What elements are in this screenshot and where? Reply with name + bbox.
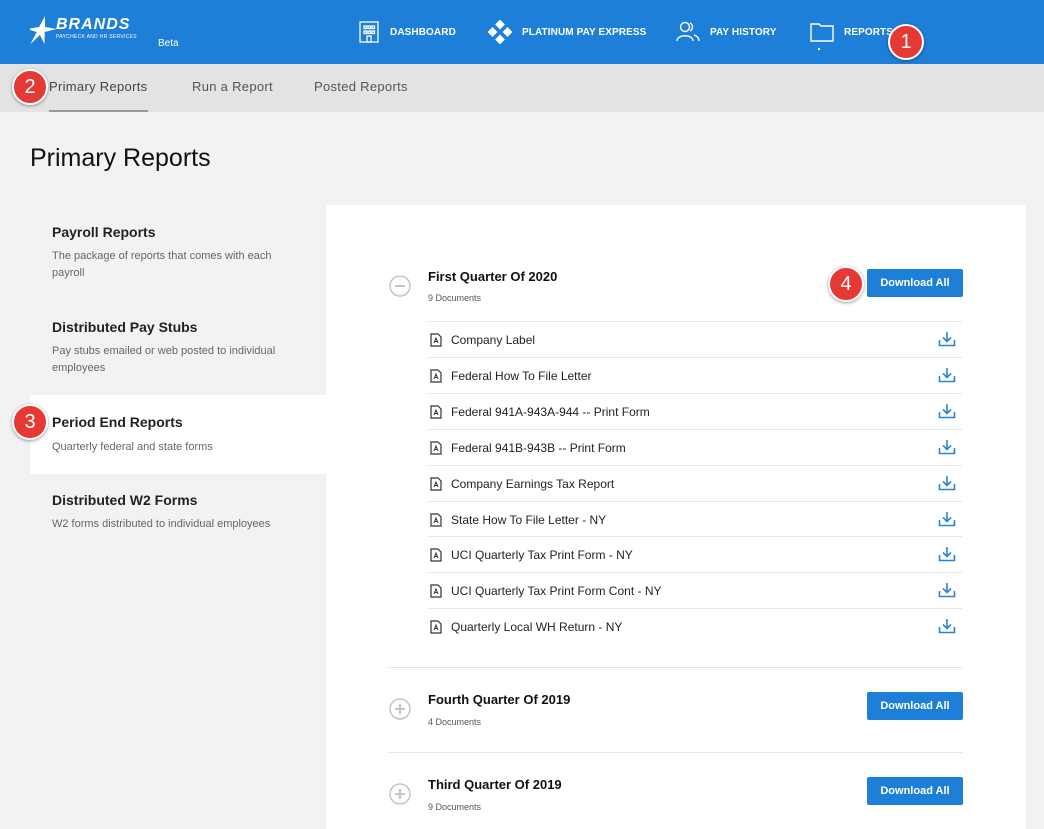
sidebar-item-desc: Pay stubs emailed or web posted to indiv… — [52, 345, 276, 374]
document-row[interactable]: UCI Quarterly Tax Print Form Cont - NY — [428, 572, 962, 608]
sidebar-item-payroll-reports[interactable]: Payroll Reports The package of reports t… — [30, 224, 326, 300]
download-icon[interactable] — [938, 367, 956, 383]
quarter-title: Third Quarter Of 2019 — [428, 777, 562, 792]
pdf-file-icon — [430, 548, 442, 562]
download-icon[interactable] — [938, 475, 956, 491]
document-row[interactable]: Federal How To File Letter — [428, 356, 962, 393]
document-name: Quarterly Local WH Return - NY — [451, 620, 623, 635]
nav-platinum-pay-express[interactable]: PLATINUM PAY EXPRESS — [488, 0, 646, 64]
sub-tabs-bar: Primary Reports Run a Report Posted Repo… — [0, 64, 1044, 112]
logo-subtext: PAYCHECK AND HR SERVICES — [56, 34, 137, 40]
expand-icon[interactable] — [389, 783, 411, 805]
document-row[interactable]: Federal 941B-943B -- Print Form — [428, 428, 962, 465]
pdf-file-icon — [430, 441, 442, 455]
nav-label: DASHBOARD — [390, 26, 456, 38]
top-nav-bar: BRANDS PAYCHECK AND HR SERVICES Beta DAS… — [0, 0, 1044, 64]
quarter-doc-count: 9 Documents — [428, 802, 482, 812]
document-name: UCI Quarterly Tax Print Form Cont - NY — [451, 584, 662, 599]
quarter-doc-count: 9 Documents — [428, 293, 482, 303]
active-indicator — [818, 48, 820, 50]
document-name: Federal How To File Letter — [451, 368, 592, 383]
building-icon — [359, 21, 379, 43]
document-name: Company Earnings Tax Report — [451, 476, 615, 491]
brands-logo[interactable]: BRANDS PAYCHECK AND HR SERVICES Beta — [30, 14, 179, 50]
document-row[interactable]: Quarterly Local WH Return - NY — [428, 608, 962, 644]
callout-marker: 2 — [12, 69, 48, 105]
pdf-file-icon — [430, 620, 442, 634]
download-icon[interactable] — [938, 546, 956, 562]
document-name: Federal 941B-943B -- Print Form — [451, 440, 626, 455]
download-icon[interactable] — [938, 582, 956, 598]
sidebar-item-desc: W2 forms distributed to individual emplo… — [52, 518, 271, 530]
download-all-button[interactable]: Download All — [867, 692, 963, 720]
divider — [389, 752, 962, 753]
document-row[interactable]: UCI Quarterly Tax Print Form - NY — [428, 536, 962, 572]
quarter-doc-count: 4 Documents — [428, 717, 482, 727]
tab-posted-reports[interactable]: Posted Reports — [314, 64, 408, 112]
sidebar-item-desc: Quarterly federal and state forms — [52, 441, 213, 453]
expand-icon[interactable] — [389, 698, 411, 720]
download-all-button[interactable]: Download All — [867, 777, 963, 805]
download-icon[interactable] — [938, 439, 956, 455]
nav-dashboard[interactable]: DASHBOARD — [358, 0, 456, 64]
callout-marker: 1 — [888, 24, 924, 60]
document-row[interactable]: Company Earnings Tax Report — [428, 464, 962, 501]
quarter-title: First Quarter Of 2020 — [428, 269, 558, 284]
sidebar-item-period-end-reports[interactable]: Period End Reports Quarterly federal and… — [30, 395, 326, 474]
collapse-icon[interactable] — [389, 275, 411, 297]
pdf-file-icon — [430, 405, 442, 419]
pdf-file-icon — [430, 512, 442, 527]
nav-label: PLATINUM PAY EXPRESS — [522, 26, 647, 38]
sidebar-item-title: Period End Reports — [52, 414, 183, 430]
callout-marker: 3 — [12, 404, 48, 440]
download-icon[interactable] — [938, 331, 956, 347]
nav-label: PAY HISTORY — [710, 26, 777, 38]
diamond-cluster-icon — [488, 20, 512, 44]
divider — [389, 667, 962, 668]
beta-label: Beta — [158, 38, 179, 49]
logo-text: BRANDS — [56, 16, 131, 33]
pdf-file-icon — [430, 369, 442, 383]
document-name: Federal 941A-943A-944 -- Print Form — [451, 404, 650, 419]
pdf-file-icon — [430, 333, 442, 347]
download-icon[interactable] — [938, 403, 956, 419]
sidebar-item-title: Payroll Reports — [52, 224, 156, 240]
nav-pay-history[interactable]: PAY HISTORY — [676, 0, 777, 64]
pdf-file-icon — [430, 476, 442, 491]
sidebar-item-title: Distributed Pay Stubs — [52, 319, 198, 335]
folder-icon — [810, 23, 834, 42]
users-icon — [676, 21, 700, 42]
download-icon[interactable] — [938, 618, 956, 634]
page-title: Primary Reports — [30, 144, 211, 172]
document-name: UCI Quarterly Tax Print Form - NY — [451, 548, 633, 563]
quarter-title: Fourth Quarter Of 2019 — [428, 692, 571, 707]
document-name: State How To File Letter - NY — [451, 512, 607, 527]
sidebar-item-distributed-pay-stubs[interactable]: Distributed Pay Stubs Pay stubs emailed … — [30, 319, 326, 395]
tab-run-a-report[interactable]: Run a Report — [192, 64, 273, 112]
nav-label: REPORTS — [844, 26, 894, 38]
download-all-button[interactable]: Download All — [867, 269, 963, 297]
callout-marker: 4 — [828, 266, 864, 302]
pdf-file-icon — [430, 584, 442, 598]
sidebar-item-distributed-w2-forms[interactable]: Distributed W2 Forms W2 forms distribute… — [30, 492, 326, 552]
download-icon[interactable] — [938, 511, 956, 527]
tab-primary-reports[interactable]: Primary Reports — [49, 64, 148, 112]
document-row[interactable]: Federal 941A-943A-944 -- Print Form — [428, 392, 962, 429]
document-name: Company Label — [451, 333, 536, 347]
sidebar-item-title: Distributed W2 Forms — [52, 492, 198, 508]
nav-reports[interactable]: REPORTS — [810, 0, 893, 64]
document-row[interactable]: Company Label — [428, 321, 962, 357]
sidebar-item-desc: The package of reports that comes with e… — [52, 250, 272, 279]
document-row[interactable]: State How To File Letter - NY — [428, 500, 962, 537]
